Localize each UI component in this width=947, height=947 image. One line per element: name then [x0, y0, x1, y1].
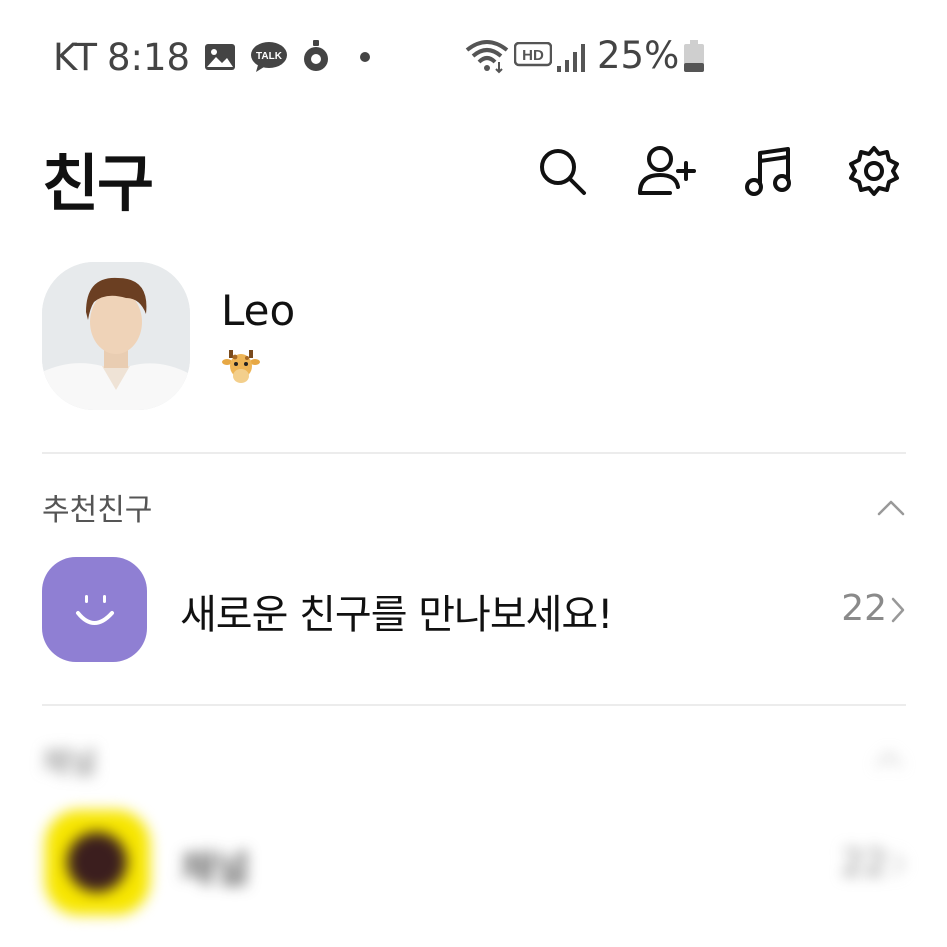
smile-icon	[42, 557, 147, 662]
recommend-count: 22	[841, 588, 887, 629]
divider	[42, 452, 906, 454]
music-icon	[745, 147, 791, 196]
search-button[interactable]	[532, 141, 592, 201]
profile-name: Leo	[221, 286, 296, 335]
channel-label: 채널	[180, 847, 250, 891]
add-friend-icon	[638, 146, 696, 195]
my-profile[interactable]: Leo	[0, 258, 947, 418]
talk-badge-text: TALK	[256, 51, 283, 62]
page-title: 친구	[42, 147, 154, 220]
recommended-section-title: 추천친구	[42, 493, 153, 528]
carrier-label: KT	[53, 35, 97, 79]
music-button[interactable]	[740, 141, 800, 201]
hd-icon: HD	[514, 42, 552, 70]
recommend-label: 새로운 친구를 만나보세요!	[180, 592, 613, 638]
battery-icon	[684, 40, 704, 72]
chevron-up-icon	[877, 500, 905, 516]
status-bar: KT 8:18 TALK HD 25%	[0, 0, 947, 115]
status-bar-left: KT 8:18 TALK	[53, 34, 372, 80]
talk-bubble-icon: TALK	[250, 41, 288, 73]
gallery-icon	[204, 43, 236, 71]
dot-icon	[358, 50, 372, 64]
avatar[interactable]	[42, 262, 190, 410]
chevron-up-icon	[876, 752, 902, 767]
search-icon	[540, 149, 586, 195]
collapse-recommended-button[interactable]	[876, 498, 906, 518]
chevron-right-icon	[891, 596, 905, 624]
channel-count: 22	[841, 843, 887, 884]
settings-icon	[849, 146, 899, 196]
wifi-icon	[465, 38, 509, 74]
avatar-photo	[42, 262, 190, 410]
hd-badge-text: HD	[522, 47, 544, 64]
signal-icon	[557, 44, 587, 72]
channel-icon	[45, 810, 150, 915]
location-pin-icon	[302, 40, 330, 74]
battery-percent: 25%	[597, 34, 680, 77]
collapse-channel-button[interactable]	[874, 750, 904, 770]
clock: 8:18	[107, 35, 191, 79]
divider	[42, 704, 906, 706]
settings-button[interactable]	[844, 141, 904, 201]
giraffe-icon	[221, 346, 261, 386]
chevron-right-icon	[891, 850, 905, 878]
add-friend-button[interactable]	[636, 141, 696, 201]
channel-section-title: 채널	[42, 746, 98, 781]
app-header: 친구	[0, 115, 947, 225]
